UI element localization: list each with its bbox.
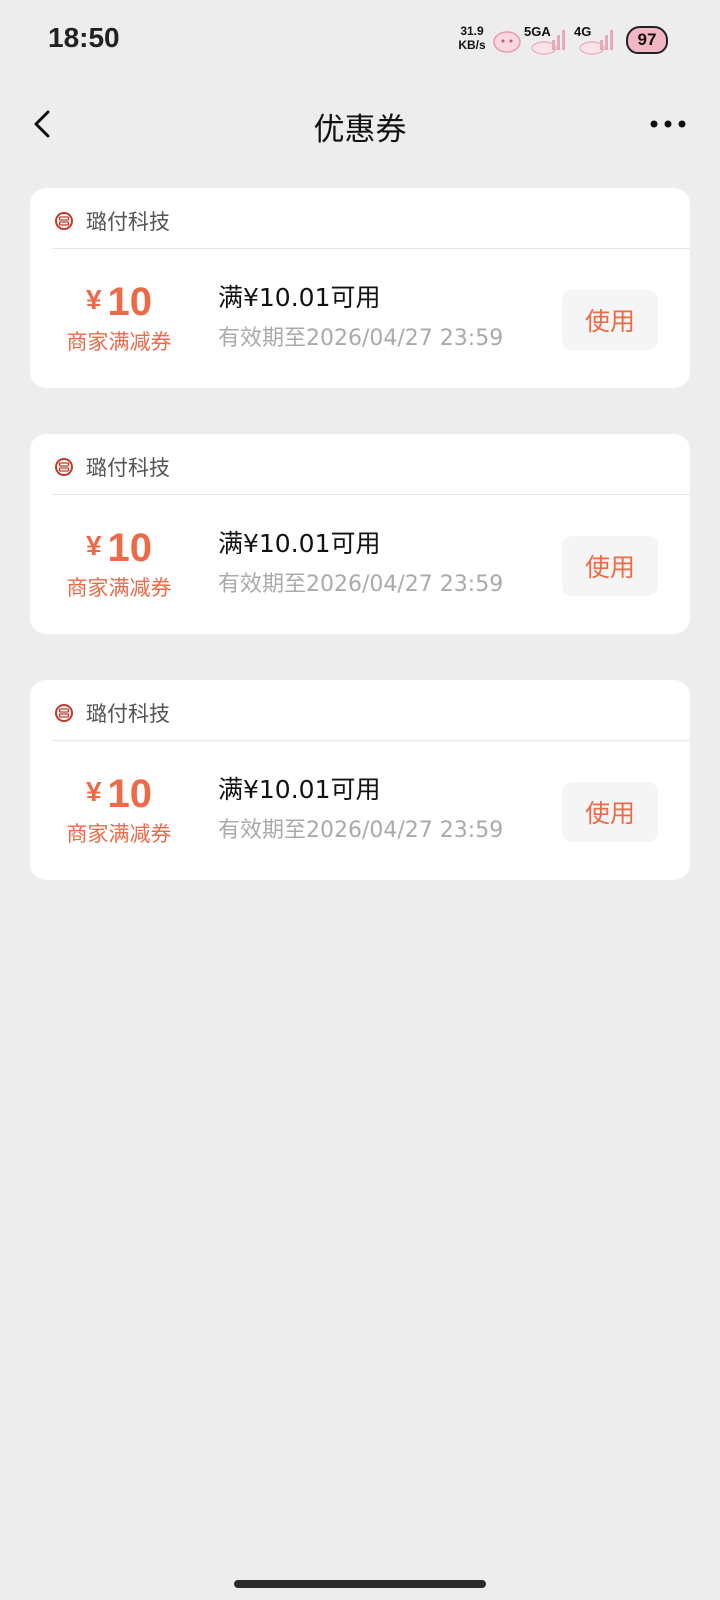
coupon-info: 满¥10.01可用 有效期至2026/04/27 23:59 — [218, 524, 503, 600]
amount-value: 10 — [107, 772, 153, 816]
card-divider — [52, 740, 690, 741]
coupon-card: 璐付科技 ¥10 商家满减券 满¥10.01可用 有效期至2026/04/27 … — [30, 188, 690, 388]
coupon-info: 满¥10.01可用 有效期至2026/04/27 23:59 — [218, 278, 503, 354]
navigation-bar: 优惠券 — [0, 88, 720, 160]
coupon-amount: ¥10 — [54, 770, 184, 816]
coupon-validity: 有效期至2026/04/27 23:59 — [218, 326, 504, 351]
card-divider — [52, 248, 690, 249]
merchant-name: 璐付科技 — [86, 456, 170, 480]
coupon-info: 满¥10.01可用 有效期至2026/04/27 23:59 — [218, 770, 503, 846]
coupon-amount: ¥10 — [54, 524, 184, 570]
coupon-card: 璐付科技 ¥10 商家满减券 满¥10.01可用 有效期至2026/04/27 … — [30, 680, 690, 880]
network-speed-value: 31.9 — [460, 24, 484, 38]
amount-value: 10 — [107, 280, 153, 324]
merchant-logo-icon — [55, 704, 73, 722]
coupon-amount-block: ¥10 商家满减券 — [54, 524, 184, 602]
currency-symbol: ¥ — [85, 530, 102, 561]
coupon-card: 璐付科技 ¥10 商家满减券 满¥10.01可用 有效期至2026/04/27 … — [30, 434, 690, 634]
status-time: 18:50 — [48, 22, 120, 53]
coupon-condition: 满¥10.01可用 — [218, 283, 381, 312]
page-title: 优惠券 — [313, 112, 407, 148]
coupon-amount-block: ¥10 商家满减券 — [54, 770, 184, 848]
coupon-type: 商家满减券 — [66, 576, 172, 600]
merchant-name: 璐付科技 — [86, 210, 170, 234]
more-button[interactable] — [648, 112, 692, 136]
network-speed-unit: KB/s — [458, 38, 486, 52]
use-button[interactable]: 使用 — [562, 536, 658, 596]
merchant-row: 璐付科技 — [54, 698, 170, 728]
network-speed: 31.9 KB/s — [452, 24, 492, 52]
coupon-amount: ¥10 — [54, 278, 184, 324]
currency-symbol: ¥ — [85, 776, 102, 807]
sticker-icon — [493, 31, 521, 53]
coupon-type: 商家满减券 — [66, 822, 172, 846]
coupon-condition: 满¥10.01可用 — [218, 529, 381, 558]
status-bar: 18:50 31.9 KB/s 5GA 4G 97 — [0, 0, 720, 80]
signal-5ga-icon — [531, 30, 565, 55]
amount-value: 10 — [107, 526, 153, 570]
coupon-validity: 有效期至2026/04/27 23:59 — [218, 572, 504, 597]
coupon-amount-block: ¥10 商家满减券 — [54, 278, 184, 356]
coupon-type: 商家满减券 — [66, 330, 172, 354]
coupon-validity: 有效期至2026/04/27 23:59 — [218, 818, 504, 843]
use-button[interactable]: 使用 — [562, 782, 658, 842]
home-indicator[interactable] — [234, 1580, 486, 1588]
battery-indicator: 97 — [626, 26, 668, 54]
currency-symbol: ¥ — [85, 284, 102, 315]
merchant-logo-icon — [55, 458, 73, 476]
card-divider — [52, 494, 690, 495]
merchant-row: 璐付科技 — [54, 452, 170, 482]
merchant-logo-icon — [55, 212, 73, 230]
merchant-row: 璐付科技 — [54, 206, 170, 236]
coupon-condition: 满¥10.01可用 — [218, 775, 381, 804]
merchant-name: 璐付科技 — [86, 702, 170, 726]
signal-4g-icon — [579, 30, 613, 55]
more-dots-icon — [650, 120, 686, 128]
use-button[interactable]: 使用 — [562, 290, 658, 350]
